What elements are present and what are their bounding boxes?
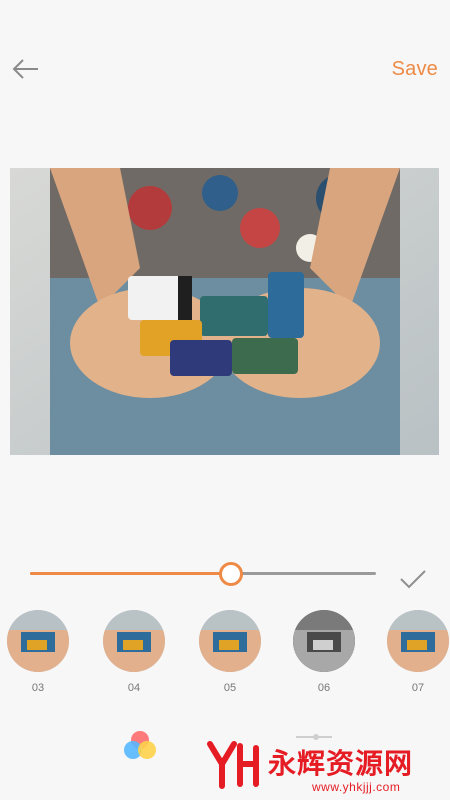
back-button[interactable] [10, 52, 44, 86]
slider-thumb[interactable] [218, 562, 243, 586]
color-dots-icon [124, 731, 156, 759]
filter-item-07[interactable]: 07 [386, 610, 450, 694]
watermark-logo-icon [207, 741, 259, 789]
slider-fill [30, 572, 231, 575]
filter-item-04[interactable]: 04 [102, 610, 166, 694]
filter-label: 07 [411, 682, 425, 694]
filter-item-06[interactable]: 06 [292, 610, 356, 694]
filter-thumbnail [387, 610, 449, 672]
filter-thumbnail [103, 610, 165, 672]
watermark: 永辉资源网 www.yhkjjj.com [200, 738, 450, 800]
filter-thumbnail [7, 610, 69, 672]
save-button[interactable]: Save [392, 58, 438, 81]
filter-label: 03 [31, 682, 45, 694]
filter-label: 04 [127, 682, 141, 694]
filter-strip: 03 04 05 06 07 [0, 610, 450, 700]
filter-label: 05 [223, 682, 237, 694]
confirm-button[interactable] [398, 566, 428, 592]
arrow-left-icon [12, 59, 38, 79]
watermark-title: 永辉资源网 [268, 747, 414, 780]
intensity-slider[interactable] [30, 560, 376, 586]
filter-thumbnail [199, 610, 261, 672]
filter-item-03[interactable]: 03 [6, 610, 70, 694]
filter-thumbnail [293, 610, 355, 672]
color-filter-button[interactable] [120, 728, 160, 764]
watermark-url: www.yhkjjj.com [312, 780, 401, 794]
checkmark-icon [400, 570, 426, 589]
photo-preview [10, 168, 439, 455]
top-bar: Save [0, 0, 450, 140]
filter-item-05[interactable]: 05 [198, 610, 262, 694]
filter-label: 06 [317, 682, 331, 694]
